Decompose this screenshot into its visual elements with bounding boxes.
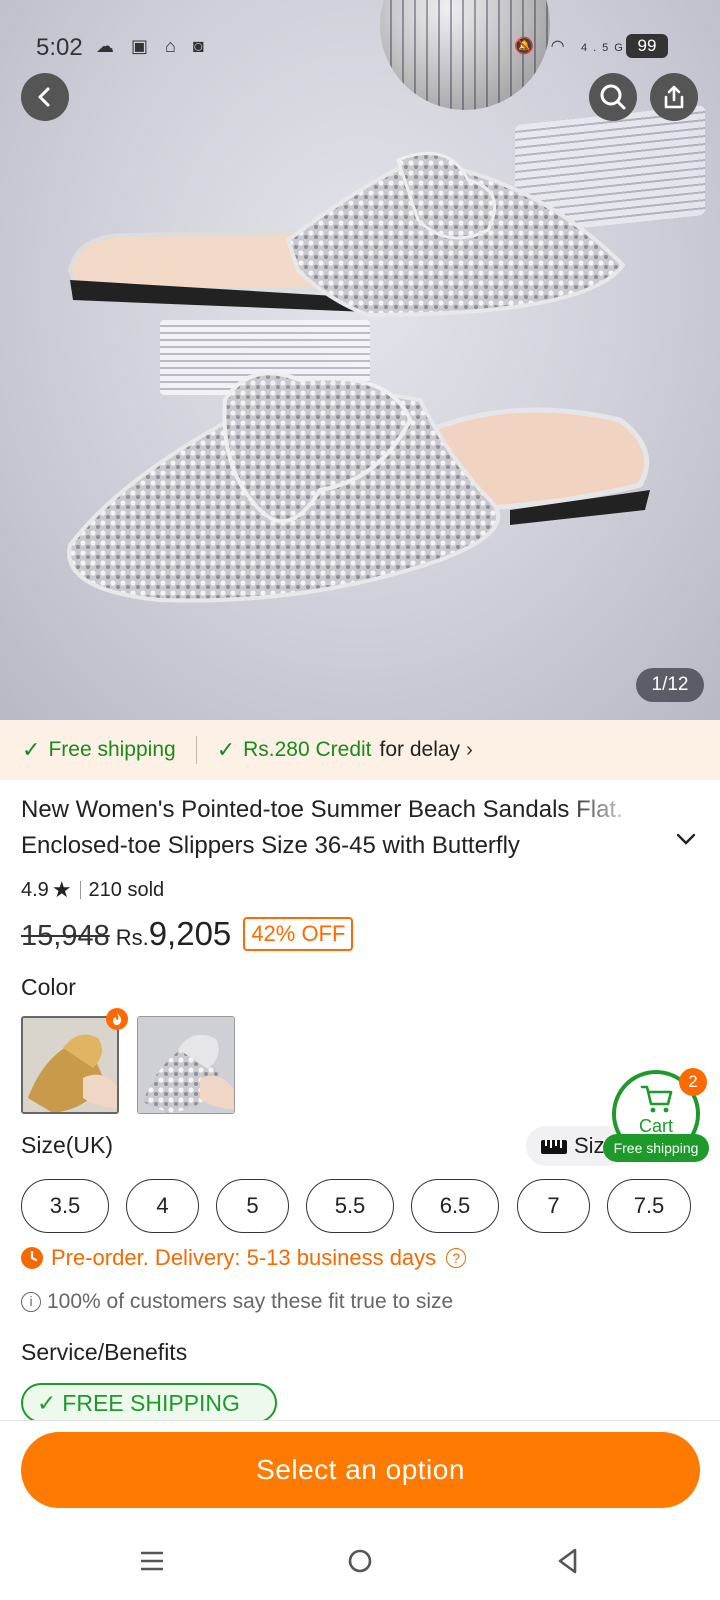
divider [195, 736, 197, 764]
preorder-notice: Pre-order. Delivery: 5-13 business days … [21, 1245, 467, 1271]
color-label: Color [21, 974, 76, 1000]
delay-label: for delay [379, 738, 461, 761]
menu-icon [141, 1551, 163, 1571]
fit-note-text: 100% of customers say these fit true to … [47, 1290, 454, 1313]
delay-credit-info[interactable]: ✓ Rs.280 Credit for delay › [217, 737, 473, 763]
silver-shoe-thumbnail [138, 1017, 234, 1113]
sold-count: 210 sold [88, 878, 165, 901]
price-row: 15,948 Rs. 9,205 42% OFF [21, 915, 354, 955]
size-option[interactable]: 4 [126, 1179, 199, 1233]
fit-note: i 100% of customers say these fit true t… [21, 1290, 453, 1314]
shoe-front-image [67, 371, 650, 603]
size-label: Size(UK) [21, 1132, 114, 1158]
share-button[interactable] [650, 73, 698, 121]
currency: Rs. [115, 925, 149, 950]
product-title: New Women's Pointed-toe Summer Beach San… [21, 796, 623, 859]
back-nav-button[interactable] [550, 1544, 586, 1578]
size-option[interactable]: 7.5 [607, 1179, 691, 1233]
service-benefits-label: Service/Benefits [21, 1339, 188, 1365]
original-price: 15,948 [21, 920, 110, 952]
network-type-1: 4.5G [581, 42, 629, 54]
mute-icon: 🔕 [514, 38, 541, 55]
free-shipping-benefit-badge: ✓ FREE SHIPPING [21, 1383, 277, 1423]
preorder-text: Pre-order. Delivery: 5-13 business days [51, 1245, 437, 1270]
check-icon: ✓ [216, 737, 236, 762]
image-counter: 1/12 [636, 668, 704, 702]
cart-icon [640, 1085, 673, 1113]
recent-apps-button[interactable] [134, 1544, 170, 1578]
free-shipping-label: Free shipping [48, 738, 176, 761]
size-option[interactable]: 6.5 [411, 1179, 499, 1233]
hot-selling-icon [106, 1008, 128, 1030]
battery-indicator: 99 [626, 34, 668, 58]
help-icon[interactable]: ? [446, 1248, 467, 1268]
cart-free-shipping-badge: Free shipping [603, 1134, 709, 1162]
home-circle-icon [348, 1549, 372, 1573]
gold-shoe-thumbnail [23, 1018, 117, 1112]
share-icon [664, 85, 684, 109]
color-option-silver[interactable] [137, 1016, 235, 1114]
size-option[interactable]: 7 [517, 1179, 590, 1233]
clock-icon [21, 1247, 43, 1269]
cart-count-badge: 2 [679, 1068, 707, 1096]
wifi-icon: ◠ [550, 38, 571, 55]
product-image[interactable]: 5:02 ☁ ▣ ⌂ ◙ 🔕 ◠ 4.5G 4G 99 1/12 [0, 0, 720, 720]
home-button[interactable] [342, 1544, 378, 1578]
free-shipping-info: ✓ Free shipping [22, 737, 176, 763]
check-icon: ✓ [37, 1389, 57, 1416]
divider [79, 881, 81, 899]
credit-label: Rs.280 Credit [243, 738, 372, 761]
chevron-down-icon [676, 833, 696, 845]
select-option-button[interactable]: Select an option [21, 1432, 700, 1508]
status-time: 5:02 [36, 34, 83, 61]
size-option[interactable]: 3.5 [21, 1179, 109, 1233]
ruler-icon [541, 1140, 567, 1154]
check-icon: ✓ [22, 737, 41, 762]
shipping-strip[interactable]: ✓ Free shipping ✓ Rs.280 Credit for dela… [0, 720, 720, 780]
system-navigation-bar [0, 1520, 720, 1600]
free-shipping-benefit-label: FREE SHIPPING [62, 1389, 240, 1416]
chevron-right-icon: › [466, 738, 473, 761]
color-option-gold[interactable] [21, 1016, 119, 1114]
sale-price: 9,205 [148, 915, 232, 952]
rating-row[interactable]: 4.9 ★ 210 sold [21, 877, 164, 903]
rating-value: 4.9 [21, 878, 49, 901]
search-button[interactable] [589, 73, 637, 121]
size-option[interactable]: 5 [216, 1179, 289, 1233]
info-icon: i [21, 1292, 41, 1312]
back-button[interactable] [21, 73, 69, 121]
size-option[interactable]: 5.5 [306, 1179, 394, 1233]
search-icon [600, 84, 626, 110]
status-bar: 5:02 ☁ ▣ ⌂ ◙ 🔕 ◠ 4.5G 4G 99 [0, 26, 720, 66]
chevron-left-icon [38, 87, 50, 107]
star-icon: ★ [51, 877, 72, 902]
notification-icons: ☁ ▣ ⌂ ◙ [96, 36, 210, 56]
shoe-back-image [68, 151, 626, 318]
expand-title-button[interactable] [676, 832, 696, 851]
discount-badge: 42% OFF [243, 917, 354, 951]
triangle-back-icon [558, 1548, 577, 1574]
